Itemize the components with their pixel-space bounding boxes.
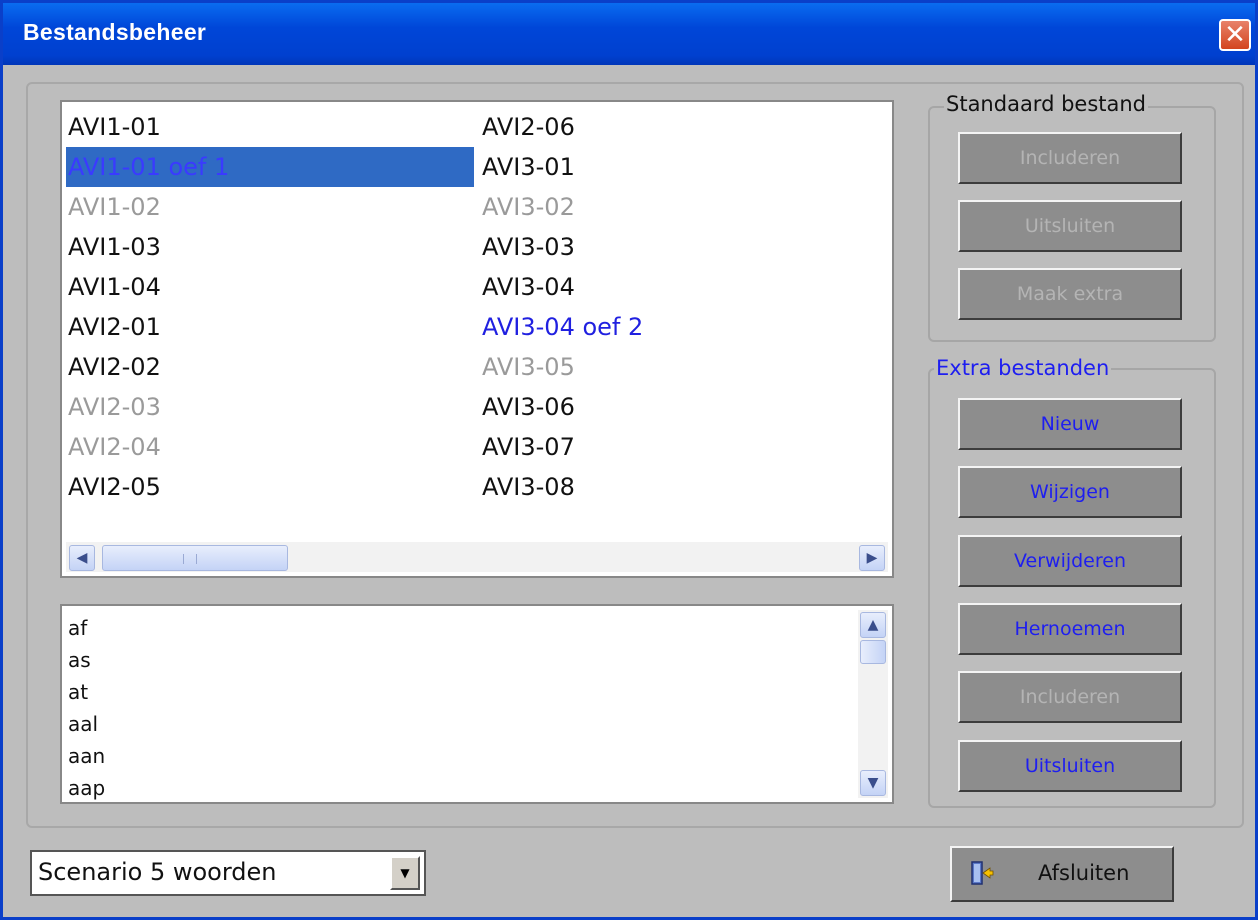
file-item[interactable]: AVI1-01 xyxy=(66,107,474,147)
standard-exclude-button[interactable]: Uitsluiten xyxy=(958,200,1182,252)
close-app-label: Afsluiten xyxy=(1038,861,1130,885)
edit-button[interactable]: Wijzigen xyxy=(958,466,1182,518)
file-item[interactable]: AVI3-01 xyxy=(480,147,643,187)
extra-include-button[interactable]: Includeren xyxy=(958,671,1182,723)
scenario-selected-value: Scenario 5 woorden xyxy=(38,858,277,886)
rename-button[interactable]: Hernoemen xyxy=(958,603,1182,655)
file-item[interactable]: AVI3-03 xyxy=(480,227,643,267)
extra-exclude-button[interactable]: Uitsluiten xyxy=(958,740,1182,792)
title-bar: Bestandsbeheer ✕ xyxy=(3,3,1255,65)
delete-button[interactable]: Verwijderen xyxy=(958,535,1182,587)
file-item[interactable]: AVI1-04 xyxy=(66,267,474,307)
file-list[interactable]: AVI1-01 AVI1-01 oef 1 AVI1-02 AVI1-03 AV… xyxy=(60,100,894,578)
scroll-left-icon[interactable]: ◀ xyxy=(69,545,95,571)
file-item[interactable]: AVI1-02 xyxy=(66,187,474,227)
word-item[interactable]: af xyxy=(68,612,105,644)
close-icon: ✕ xyxy=(1224,20,1246,50)
exit-door-icon xyxy=(971,861,994,885)
word-item[interactable]: aap xyxy=(68,772,105,802)
close-app-button[interactable]: Afsluiten xyxy=(950,846,1174,902)
scroll-up-icon[interactable]: ▲ xyxy=(860,612,886,638)
scenario-dropdown[interactable]: Scenario 5 woorden ▼ xyxy=(30,850,426,896)
word-item[interactable]: at xyxy=(68,676,105,708)
standard-group-title: Standaard bestand xyxy=(944,92,1149,116)
file-item-extra[interactable]: AVI3-04 oef 2 xyxy=(480,307,643,347)
file-item-selected[interactable]: AVI1-01 oef 1 xyxy=(66,147,474,187)
file-item[interactable]: AVI3-05 xyxy=(480,347,643,387)
file-item[interactable]: AVI2-01 xyxy=(66,307,474,347)
scroll-right-icon[interactable]: ▶ xyxy=(859,545,885,571)
new-button[interactable]: Nieuw xyxy=(958,398,1182,450)
file-list-column-2: AVI2-06 AVI3-01 AVI3-02 AVI3-03 AVI3-04 … xyxy=(480,107,643,507)
make-extra-button[interactable]: Maak extra xyxy=(958,268,1182,320)
word-item[interactable]: aan xyxy=(68,740,105,772)
vertical-scrollbar[interactable]: ▲ ▼ xyxy=(858,610,888,798)
file-item[interactable]: AVI2-04 xyxy=(66,427,474,467)
file-item[interactable]: AVI2-03 xyxy=(66,387,474,427)
file-item[interactable]: AVI2-02 xyxy=(66,347,474,387)
dropdown-arrow-icon[interactable]: ▼ xyxy=(390,856,420,890)
scroll-down-icon[interactable]: ▼ xyxy=(860,770,886,796)
word-list[interactable]: af as at aal aan aap ▲ ▼ xyxy=(60,604,894,804)
standard-include-button[interactable]: Includeren xyxy=(958,132,1182,184)
file-item[interactable]: AVI1-03 xyxy=(66,227,474,267)
file-item[interactable]: AVI3-07 xyxy=(480,427,643,467)
file-item[interactable]: AVI2-06 xyxy=(480,107,643,147)
file-item[interactable]: AVI3-04 xyxy=(480,267,643,307)
close-window-button[interactable]: ✕ xyxy=(1219,19,1251,51)
extra-group-title: Extra bestanden xyxy=(934,356,1112,380)
horizontal-scrollbar[interactable]: ◀ ▶ xyxy=(66,542,888,572)
horizontal-scroll-thumb[interactable] xyxy=(102,545,288,571)
word-item[interactable]: aal xyxy=(68,708,105,740)
file-item[interactable]: AVI3-06 xyxy=(480,387,643,427)
file-item[interactable]: AVI2-05 xyxy=(66,467,474,507)
word-item[interactable]: as xyxy=(68,644,105,676)
window-title: Bestandsbeheer xyxy=(23,19,207,45)
file-list-column-1: AVI1-01 AVI1-01 oef 1 AVI1-02 AVI1-03 AV… xyxy=(66,107,474,507)
file-item[interactable]: AVI3-02 xyxy=(480,187,643,227)
word-list-items: af as at aal aan aap xyxy=(68,612,105,802)
file-item[interactable]: AVI3-08 xyxy=(480,467,643,507)
vertical-scroll-thumb[interactable] xyxy=(860,640,886,664)
